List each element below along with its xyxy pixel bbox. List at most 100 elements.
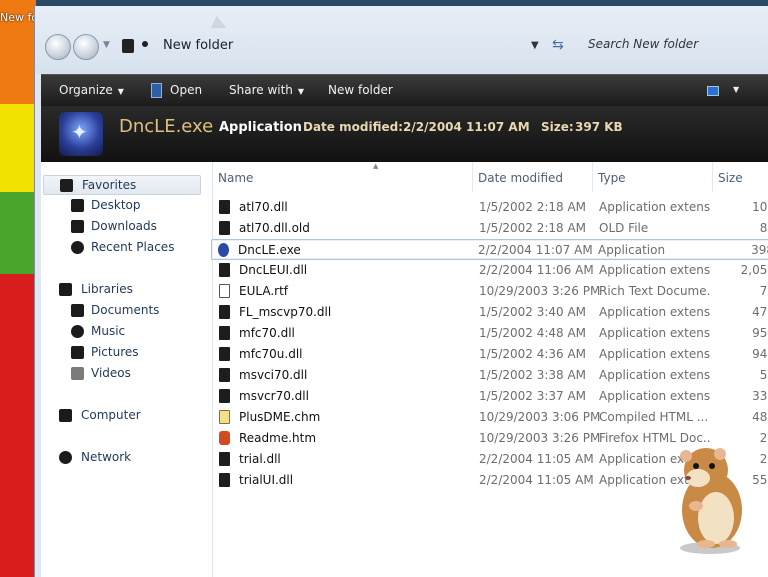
back-button[interactable]	[45, 34, 71, 60]
file-date: 1/5/2002 2:18 AM	[479, 221, 587, 235]
selected-file-name: DncLE.exe	[119, 116, 214, 137]
firefox-html-icon	[219, 431, 230, 445]
nav-label: Videos	[91, 366, 131, 380]
file-name: DncLE.exe	[238, 243, 301, 257]
table-row[interactable]: atl70.dll.old 1/5/2002 2:18 AM OLD File …	[213, 218, 768, 239]
dll-file-icon	[219, 305, 230, 319]
command-bar: Organize ▼ Open Share with ▼ New folder ▼	[41, 74, 768, 106]
file-name: Readme.htm	[239, 431, 317, 445]
forward-button[interactable]	[73, 34, 99, 60]
organize-button[interactable]: Organize ▼	[59, 83, 124, 97]
file-type: Application extens...	[599, 368, 711, 382]
file-type: Application extens...	[599, 305, 711, 319]
mouse-cursor-icon	[210, 15, 230, 35]
file-date: 1/5/2002 4:36 AM	[479, 347, 587, 361]
content-area: Favorites Desktop Downloads Recent Place…	[41, 162, 768, 577]
file-name: mfc70u.dll	[239, 347, 303, 361]
file-date: 1/5/2002 3:40 AM	[479, 305, 587, 319]
address-dropdown-icon[interactable]: ▼	[531, 40, 539, 51]
file-size: 336	[752, 389, 768, 403]
address-path[interactable]: New folder	[163, 38, 233, 53]
file-type: Firefox HTML Doc...	[599, 431, 711, 445]
file-type: Application	[598, 243, 666, 257]
dll-file-icon	[219, 263, 230, 277]
file-type: Application extens...	[599, 326, 711, 340]
libraries-icon	[59, 283, 72, 296]
chevron-down-icon: ▼	[117, 87, 124, 96]
nav-label: Computer	[81, 408, 141, 422]
address-bar-region: ▼ New folder ▼ ⇆ Search New folder	[35, 6, 768, 74]
desktop-stripe-red	[0, 274, 36, 577]
column-header-label: Date modified	[478, 171, 564, 185]
desktop-icon	[71, 199, 84, 212]
nav-label: Libraries	[81, 282, 133, 296]
file-name: msvci70.dll	[239, 368, 308, 382]
table-row[interactable]: mfc70u.dll 1/5/2002 4:36 AM Application …	[213, 344, 768, 365]
folder-icon	[122, 39, 134, 53]
table-row[interactable]: PlusDME.chm 10/29/2003 3:06 PM Compiled …	[213, 407, 768, 428]
share-with-button[interactable]: Share with ▼	[229, 83, 304, 97]
star-icon	[60, 179, 73, 192]
dll-file-icon	[219, 368, 230, 382]
column-header-date-modified[interactable]: Date modified	[473, 162, 593, 192]
file-name: trialUI.dll	[239, 473, 294, 487]
file-size: 2,054	[740, 263, 768, 277]
navigation-pane: Favorites Desktop Downloads Recent Place…	[41, 162, 213, 577]
file-date: 1/5/2002 2:18 AM	[479, 200, 587, 214]
desktop-icon-label[interactable]: New folder	[0, 11, 36, 24]
file-name: trial.dll	[239, 452, 281, 466]
open-label: Open	[170, 83, 203, 97]
file-type: OLD File	[599, 221, 649, 235]
new-folder-button[interactable]: New folder	[328, 83, 393, 97]
dll-file-icon	[219, 452, 230, 466]
file-date: 10/29/2003 3:26 PM	[479, 284, 601, 298]
table-row[interactable]: mfc70.dll 1/5/2002 4:48 AM Application e…	[213, 323, 768, 344]
dll-file-icon	[219, 200, 230, 214]
desktop-stripe-yellow	[0, 104, 36, 192]
file-date: 1/5/2002 4:48 AM	[479, 326, 587, 340]
dll-file-icon	[219, 221, 230, 235]
file-type: Application extens...	[599, 200, 711, 214]
table-row[interactable]: atl70.dll 1/5/2002 2:18 AM Application e…	[213, 197, 768, 218]
file-name: atl70.dll	[239, 200, 288, 214]
search-input[interactable]: Search New folder	[588, 37, 698, 51]
open-button[interactable]: Open	[170, 83, 202, 97]
file-name: msvcr70.dll	[239, 389, 309, 403]
file-date: 10/29/2003 3:06 PM	[479, 410, 601, 424]
view-options-chevron-icon[interactable]: ▼	[733, 85, 739, 94]
table-row[interactable]: msvci70.dll 1/5/2002 3:38 AM Application…	[213, 365, 768, 386]
column-header-size[interactable]: Size	[713, 162, 768, 192]
file-type: Application extens...	[599, 347, 711, 361]
column-header-name[interactable]: Name ▲	[213, 162, 473, 192]
table-row[interactable]: DncLEUI.dll 2/2/2004 11:06 AM Applicatio…	[213, 260, 768, 281]
nav-label: Favorites	[82, 178, 137, 192]
downloads-icon	[71, 220, 84, 233]
desktop-background: New folder	[0, 0, 36, 577]
change-view-icon[interactable]	[707, 86, 719, 96]
file-type: Application extens...	[599, 389, 711, 403]
column-header-type[interactable]: Type	[593, 162, 713, 192]
refresh-icon[interactable]: ⇆	[552, 37, 564, 53]
file-size: 488	[752, 410, 768, 424]
table-row[interactable]: EULA.rtf 10/29/2003 3:26 PM Rich Text Do…	[213, 281, 768, 302]
table-row-selected[interactable]: DncLE.exe 2/2/2004 11:07 AM Application …	[211, 239, 768, 260]
recent-pages-chevron-icon[interactable]: ▼	[103, 40, 110, 50]
file-name: EULA.rtf	[239, 284, 289, 298]
table-row[interactable]: msvcr70.dll 1/5/2002 3:37 AM Application…	[213, 386, 768, 407]
file-date: 2/2/2004 11:05 AM	[479, 452, 594, 466]
computer-icon	[59, 409, 72, 422]
details-pane: DncLE.exe Application Date modified: 2/2…	[41, 106, 768, 162]
exe-file-icon	[218, 243, 229, 257]
size-label: Size:	[541, 120, 574, 134]
breadcrumb-separator-icon[interactable]	[142, 41, 148, 47]
document-file-icon	[219, 284, 230, 298]
table-row[interactable]: FL_mscvp70.dll 1/5/2002 3:40 AM Applicat…	[213, 302, 768, 323]
nav-item-favorites[interactable]: Favorites	[43, 175, 201, 195]
selected-file-type: Application	[219, 120, 302, 135]
documents-icon	[71, 304, 84, 317]
nav-label: Desktop	[91, 198, 141, 212]
dll-file-icon	[219, 389, 230, 403]
dll-file-icon	[219, 326, 230, 340]
network-icon	[59, 451, 72, 464]
file-size: 398	[751, 243, 768, 257]
